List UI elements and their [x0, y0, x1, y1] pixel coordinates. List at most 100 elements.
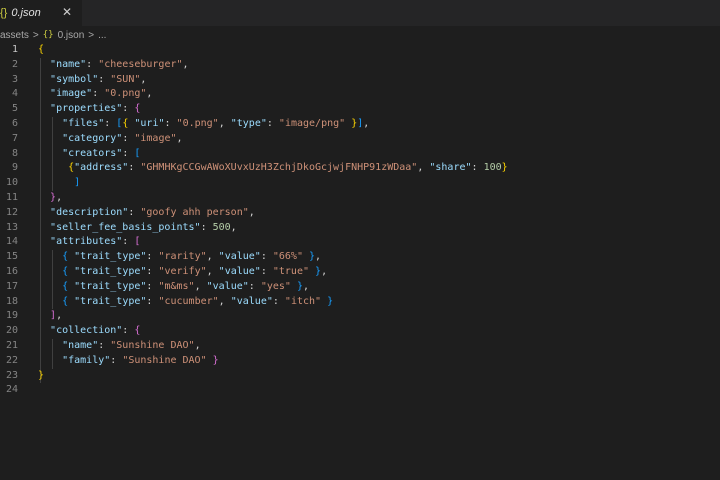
code-line[interactable]: 17 { "trait_type": "m&ms", "value": "yes… — [0, 280, 720, 295]
line-number: 17 — [5, 280, 18, 292]
token-p: : — [146, 265, 159, 277]
token-p — [38, 355, 62, 366]
token-p: , — [194, 339, 201, 351]
code-editor[interactable]: 1{2 "name": "cheeseburger", 3 "symbol": "… — [0, 43, 720, 398]
code-line[interactable]: 19 ], — [0, 309, 720, 324]
token-p: , — [218, 295, 231, 307]
token-p: : — [260, 251, 273, 263]
token-k: "family" — [62, 354, 111, 366]
token-s: "cheeseburger" — [98, 58, 183, 70]
code-line[interactable]: 12 "description": "goofy ahh person", — [0, 206, 720, 221]
code-line[interactable]: 3 "symbol": "SUN", — [0, 73, 720, 88]
tab-bar: {} 0.json ✕ — [0, 0, 720, 26]
line-number: 2 — [11, 58, 18, 70]
line-number: 8 — [11, 147, 18, 159]
token-p: : — [260, 265, 273, 277]
token-s: "verify" — [158, 265, 207, 277]
code-line[interactable]: 1{ — [0, 43, 720, 58]
code-line[interactable]: 18 { "trait_type": "cucumber", "value": … — [0, 295, 720, 310]
token-p: , — [206, 251, 219, 263]
token-p: , — [315, 251, 322, 263]
code-text: { — [38, 43, 44, 58]
code-text: "category": "image", — [38, 132, 183, 147]
breadcrumb-folder[interactable]: assets — [0, 30, 29, 41]
breadcrumb-file[interactable]: 0.json — [58, 30, 85, 41]
token-n: 100 — [483, 162, 502, 174]
token-k: "type" — [230, 117, 267, 129]
json-file-icon: {} — [0, 7, 8, 19]
token-p — [38, 148, 62, 159]
token-b2: { — [134, 325, 141, 337]
token-p — [38, 133, 62, 144]
code-text: "name": "cheeseburger", — [38, 58, 189, 73]
token-s: "yes" — [260, 280, 291, 292]
code-line[interactable]: 6 "files": [{ "uri": "0.png", "type": "i… — [0, 117, 720, 132]
code-text: } — [38, 369, 44, 384]
token-p: , — [363, 117, 370, 129]
token-p: : — [98, 73, 111, 85]
code-line[interactable]: 8 "creators": [ — [0, 147, 720, 162]
token-p — [38, 88, 50, 99]
code-line[interactable]: 11 }, — [0, 191, 720, 206]
breadcrumb-more[interactable]: ... — [98, 30, 106, 41]
code-text: "collection": { — [38, 324, 140, 339]
code-line[interactable]: 13 "seller_fee_basis_points": 500, — [0, 221, 720, 236]
code-line[interactable]: 9 {"address": "GHMHKgCCGwAWoXUvxUzH3Zchj… — [0, 161, 720, 176]
code-line[interactable]: 24 — [0, 383, 720, 398]
tab-0-json[interactable]: {} 0.json ✕ — [0, 0, 82, 26]
token-p — [38, 162, 68, 173]
token-k: "attributes" — [50, 236, 123, 248]
code-line[interactable]: 16 { "trait_type": "verify", "value": "t… — [0, 265, 720, 280]
token-p: , — [56, 191, 63, 203]
line-number: 19 — [5, 310, 18, 322]
code-line[interactable]: 23} — [0, 369, 720, 384]
token-s: "Sunshine DAO" — [110, 339, 195, 351]
line-number: 3 — [11, 73, 18, 85]
token-s: "0.png" — [176, 117, 219, 129]
token-k: "seller_fee_basis_points" — [50, 221, 201, 233]
code-line[interactable]: 15 { "trait_type": "rarity", "value": "6… — [0, 250, 720, 265]
close-icon[interactable]: ✕ — [62, 5, 72, 19]
code-line[interactable]: 21 "name": "Sunshine DAO", — [0, 339, 720, 354]
code-text: "creators": [ — [38, 147, 140, 162]
code-text: "attributes": [ — [38, 235, 140, 250]
token-b3: [ — [134, 147, 141, 159]
line-number: 21 — [5, 339, 18, 351]
token-p: , — [176, 132, 183, 144]
code-line[interactable]: 20 "collection": { — [0, 324, 720, 339]
token-p: : — [164, 117, 177, 129]
token-k: "symbol" — [50, 73, 99, 85]
code-text: "name": "Sunshine DAO", — [38, 339, 201, 354]
code-line[interactable]: 14 "attributes": [ — [0, 235, 720, 250]
token-p: : — [92, 88, 105, 100]
tab-title: 0.json — [11, 7, 41, 19]
code-line[interactable]: 7 "category": "image", — [0, 132, 720, 147]
token-k: "address" — [74, 162, 129, 174]
code-text: { "trait_type": "rarity", "value": "66%"… — [38, 250, 321, 265]
line-number: 13 — [5, 221, 18, 233]
line-number: 12 — [5, 206, 18, 218]
code-text: "properties": { — [38, 102, 140, 117]
token-p: : — [471, 162, 484, 174]
breadcrumb: assets > {} 0.json > ... — [0, 28, 106, 42]
token-p: , — [206, 265, 219, 277]
token-b3: } — [327, 295, 334, 307]
token-p: : — [98, 339, 111, 351]
token-p — [38, 266, 62, 277]
token-s: "itch" — [284, 295, 322, 307]
token-b1: { — [38, 44, 45, 55]
token-p: : — [122, 325, 135, 337]
chevron-right-icon: > — [88, 29, 95, 41]
token-p: : — [104, 117, 117, 129]
token-p: : — [128, 162, 141, 174]
token-k: "trait_type" — [74, 280, 147, 292]
code-text: ] — [38, 176, 80, 191]
token-s: "Sunshine DAO" — [122, 354, 207, 366]
token-p: : — [146, 251, 159, 263]
code-line[interactable]: 10 ] — [0, 176, 720, 191]
code-line[interactable]: 2 "name": "cheeseburger", — [0, 58, 720, 73]
token-p: , — [218, 117, 231, 129]
code-line[interactable]: 4 "image": "0.png", — [0, 87, 720, 102]
code-line[interactable]: 5 "properties": { — [0, 102, 720, 117]
code-line[interactable]: 22 "family": "Sunshine DAO" } — [0, 354, 720, 369]
